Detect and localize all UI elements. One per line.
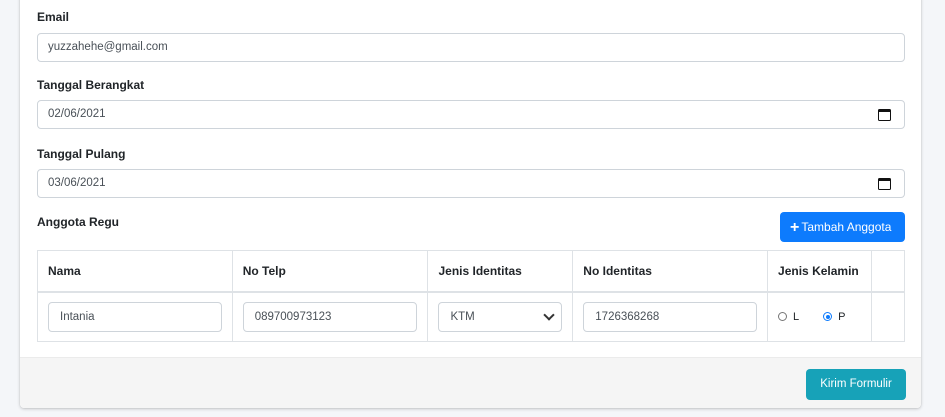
gender-radio-group: L P — [778, 311, 861, 323]
card-footer: Kirim Formulir — [20, 357, 921, 408]
id-type-select[interactable]: KTM — [438, 301, 563, 332]
email-value: yuzzahehe@gmail.com — [48, 41, 168, 53]
return-date-label: Tanggal Pulang — [37, 147, 126, 161]
depart-date-value: 02/06/2021 — [48, 108, 106, 120]
id-number-cell: 1726368268 — [572, 291, 769, 342]
submit-form-button[interactable]: Kirim Formulir — [806, 369, 906, 400]
column-header: No Identitas — [572, 250, 769, 293]
return-date-field[interactable]: 03/06/2021 — [37, 169, 905, 198]
action-cell — [871, 291, 905, 342]
table-row: Intania 089700973123 KTM 1726368268 L P — [37, 291, 905, 342]
add-member-label: Tambah Anggota — [801, 220, 892, 234]
column-header: Nama — [37, 250, 233, 293]
name-cell: Intania — [37, 291, 233, 342]
gender-cell: L P — [767, 291, 872, 342]
add-member-button[interactable]: + Tambah Anggota — [780, 212, 905, 242]
chevron-down-icon — [543, 309, 555, 321]
members-label: Anggota Regu — [37, 215, 119, 229]
column-header — [871, 250, 905, 293]
gender-radio-p[interactable] — [823, 312, 833, 322]
card-body: Email yuzzahehe@gmail.com Tanggal Berang… — [20, 0, 921, 357]
plus-icon: + — [790, 219, 800, 236]
id-number-input[interactable]: 1726368268 — [583, 301, 758, 332]
phone-cell: 089700973123 — [231, 291, 429, 342]
gender-option-label: P — [838, 310, 846, 323]
member-phone-input[interactable]: 089700973123 — [242, 301, 418, 332]
column-header: No Telp — [231, 250, 429, 293]
calendar-icon[interactable] — [878, 178, 891, 190]
depart-date-field[interactable]: 02/06/2021 — [37, 100, 905, 129]
column-header: Jenis Kelamin — [767, 250, 872, 293]
id-type-value: KTM — [450, 310, 475, 323]
form-card: Email yuzzahehe@gmail.com Tanggal Berang… — [20, 0, 921, 408]
return-date-value: 03/06/2021 — [48, 177, 106, 189]
column-header: Jenis Identitas — [427, 250, 574, 293]
id-type-cell: KTM — [427, 291, 574, 342]
gender-radio-l[interactable] — [778, 312, 788, 322]
email-label: Email — [37, 10, 70, 24]
depart-date-label: Tanggal Berangkat — [37, 78, 145, 92]
table-header-row: Nama No Telp Jenis Identitas No Identita… — [37, 250, 905, 293]
gender-option-label: L — [793, 310, 800, 323]
member-name-input[interactable]: Intania — [48, 301, 222, 332]
members-table: Nama No Telp Jenis Identitas No Identita… — [37, 250, 905, 342]
calendar-icon[interactable] — [878, 109, 891, 121]
email-field[interactable]: yuzzahehe@gmail.com — [37, 33, 905, 62]
